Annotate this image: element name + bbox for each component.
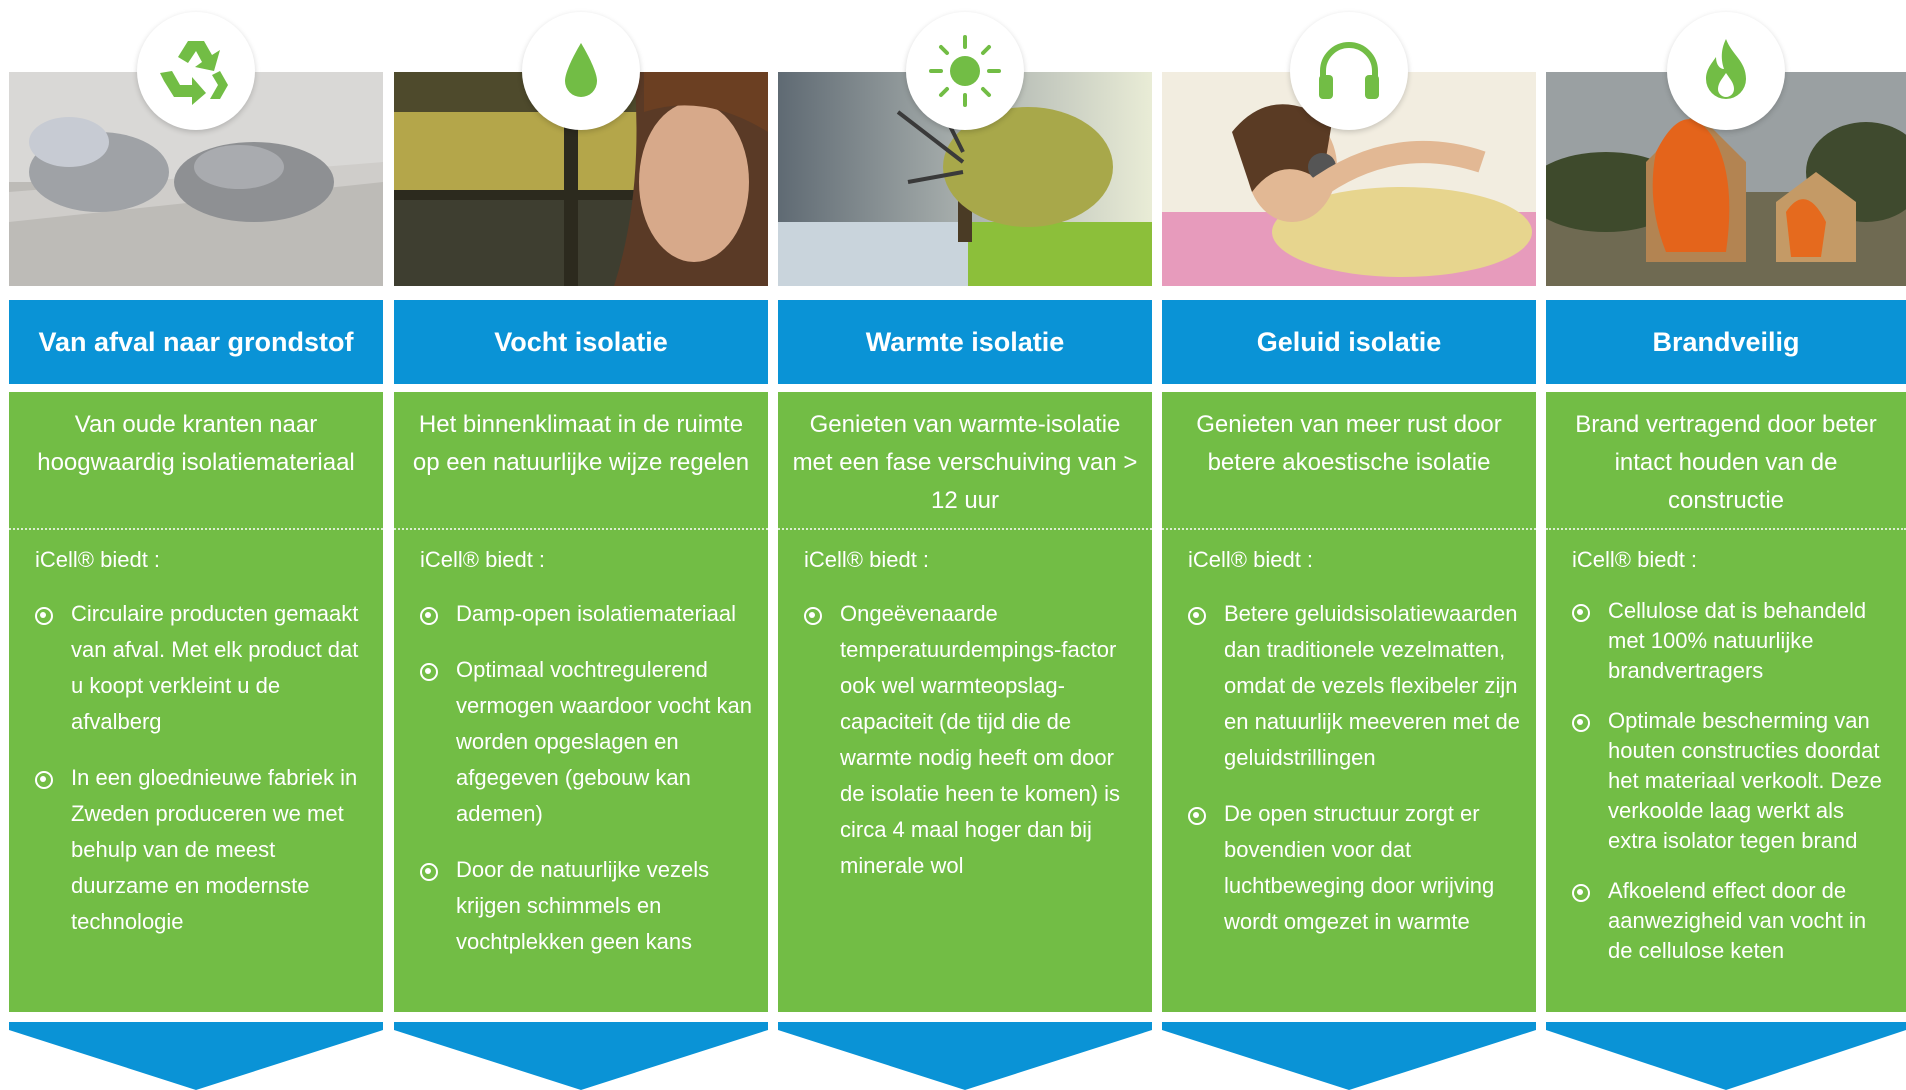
- sun-icon: [906, 12, 1024, 130]
- lead-text: Genieten van warmte-isolatie met een fas…: [778, 392, 1152, 530]
- feature-column-fire: Brandveilig Brand vertragend door beter …: [1546, 0, 1906, 1090]
- lead-text: Van oude kranten naar hoogwaardig isolat…: [9, 392, 383, 530]
- feature-column-sound: Geluid isolatie Genieten van meer rust d…: [1162, 0, 1536, 1090]
- chevron-down-icon: [1546, 1022, 1906, 1090]
- benefit-list: Ongeëvenaarde temperatuurdempings-factor…: [778, 574, 1152, 884]
- benefit-list: Betere geluidsisolatiewaarden dan tradit…: [1162, 574, 1536, 940]
- list-item: De open structuur zorgt er bovendien voo…: [1188, 796, 1522, 940]
- list-item: In een gloednieuwe fabriek in Zweden pro…: [35, 760, 369, 940]
- offers-label: iCell® biedt :: [1188, 547, 1314, 572]
- list-item: Optimale bescherming van houten construc…: [1572, 706, 1892, 856]
- benefit-list: Circulaire producten gemaakt van afval. …: [9, 574, 383, 940]
- column-title: Geluid isolatie: [1162, 300, 1536, 384]
- list-item: Circulaire producten gemaakt van afval. …: [35, 596, 369, 740]
- chevron-down-icon: [1162, 1022, 1536, 1090]
- list-item: Ongeëvenaarde temperatuurdempings-factor…: [804, 596, 1138, 884]
- feature-column-heat: Warmte isolatie Genieten van warmte-isol…: [778, 0, 1152, 1090]
- chevron-down-icon: [778, 1022, 1152, 1090]
- lead-text: Het binnenklimaat in de ruimte op een na…: [394, 392, 768, 530]
- list-item: Afkoelend effect door de aanwezigheid va…: [1572, 876, 1892, 966]
- flame-icon: [1667, 12, 1785, 130]
- offers-label: iCell® biedt :: [35, 547, 161, 572]
- list-item: Cellulose dat is behandeld met 100% natu…: [1572, 596, 1892, 686]
- benefit-list: Cellulose dat is behandeld met 100% natu…: [1546, 574, 1906, 966]
- offers-label: iCell® biedt :: [420, 547, 546, 572]
- headphones-icon: [1290, 12, 1408, 130]
- info-panel: Van oude kranten naar hoogwaardig isolat…: [9, 392, 383, 1012]
- recycle-icon: [137, 12, 255, 130]
- water-drop-icon: [522, 12, 640, 130]
- info-panel: Genieten van meer rust door betere akoes…: [1162, 392, 1536, 1012]
- lead-text: Genieten van meer rust door betere akoes…: [1162, 392, 1536, 530]
- column-title: Van afval naar grondstof: [9, 300, 383, 384]
- list-item: Damp-open isolatiemateriaal: [420, 596, 754, 632]
- feature-column-recycling: Van afval naar grondstof Van oude krante…: [9, 0, 383, 1090]
- chevron-down-icon: [9, 1022, 383, 1090]
- column-title: Vocht isolatie: [394, 300, 768, 384]
- chevron-down-icon: [394, 1022, 768, 1090]
- info-panel: Brand vertragend door beter intact houde…: [1546, 392, 1906, 1012]
- feature-column-moisture: Vocht isolatie Het binnenklimaat in de r…: [394, 0, 768, 1090]
- benefit-list: Damp-open isolatiemateriaal Optimaal voc…: [394, 574, 768, 960]
- column-title: Brandveilig: [1546, 300, 1906, 384]
- info-panel: Het binnenklimaat in de ruimte op een na…: [394, 392, 768, 1012]
- list-item: Door de natuurlijke vezels krijgen schim…: [420, 852, 754, 960]
- column-title: Warmte isolatie: [778, 300, 1152, 384]
- offers-label: iCell® biedt :: [804, 547, 930, 572]
- list-item: Optimaal vochtregulerend vermogen waardo…: [420, 652, 754, 832]
- lead-text: Brand vertragend door beter intact houde…: [1546, 392, 1906, 530]
- info-panel: Genieten van warmte-isolatie met een fas…: [778, 392, 1152, 1012]
- list-item: Betere geluidsisolatiewaarden dan tradit…: [1188, 596, 1522, 776]
- offers-label: iCell® biedt :: [1572, 547, 1698, 572]
